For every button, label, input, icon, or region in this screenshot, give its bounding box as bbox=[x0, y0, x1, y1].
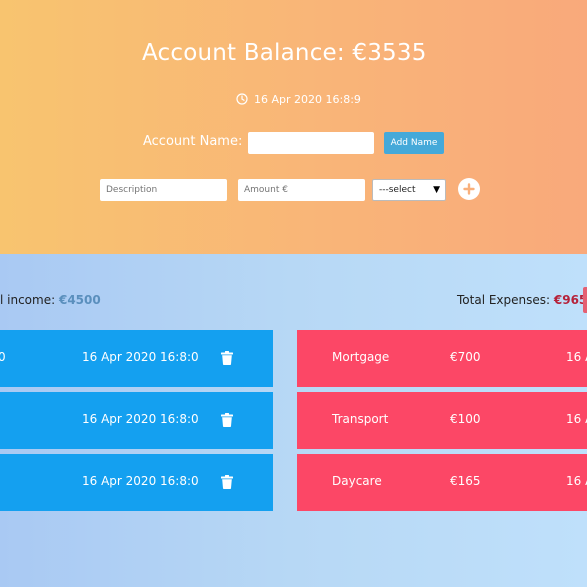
total-income-value: €4500 bbox=[58, 293, 101, 307]
expense-item-name: Transport bbox=[332, 412, 389, 426]
income-item: 16 Apr 2020 16:8:0 bbox=[0, 392, 273, 449]
type-select[interactable]: ---select ▼ bbox=[372, 179, 446, 201]
expense-item-name: Daycare bbox=[332, 474, 382, 488]
description-input[interactable] bbox=[100, 179, 227, 201]
clock-icon bbox=[236, 93, 248, 105]
expense-item-amount: €100 bbox=[450, 412, 481, 426]
amount-input[interactable] bbox=[238, 179, 365, 201]
trash-icon[interactable] bbox=[221, 475, 233, 489]
add-name-button[interactable]: Add Name bbox=[384, 132, 444, 154]
income-item: 0 16 Apr 2020 16:8:0 bbox=[0, 330, 273, 387]
balance-header-panel: Account Balance: €3535 16 Apr 2020 16:8:… bbox=[0, 0, 587, 254]
expense-action-button[interactable] bbox=[583, 287, 587, 313]
timestamp-text: 16 Apr 2020 16:8:9 bbox=[254, 92, 361, 106]
expense-item: Mortgage €700 16 A bbox=[297, 330, 587, 387]
expense-item-amount: €700 bbox=[450, 350, 481, 364]
income-item-date: 16 Apr 2020 16:8:0 bbox=[82, 474, 199, 488]
plus-circle-icon[interactable] bbox=[458, 178, 480, 200]
expense-item: Transport €100 16 A bbox=[297, 392, 587, 449]
account-balance-title: Account Balance: €3535 bbox=[142, 40, 427, 66]
expense-item: Daycare €165 16 A bbox=[297, 454, 587, 511]
trash-icon[interactable] bbox=[221, 351, 233, 365]
timestamp-row: 16 Apr 2020 16:8:9 bbox=[236, 92, 361, 106]
plus-icon bbox=[463, 183, 475, 195]
expense-item-date: 16 A bbox=[566, 474, 587, 488]
income-item-date: 16 Apr 2020 16:8:0 bbox=[82, 412, 199, 426]
expense-item-date: 16 A bbox=[566, 350, 587, 364]
total-expenses-label: Total Expenses: €965 bbox=[457, 293, 587, 307]
account-name-input[interactable] bbox=[248, 132, 374, 154]
expense-item-date: 16 A bbox=[566, 412, 587, 426]
expense-item-amount: €165 bbox=[450, 474, 481, 488]
type-select-value: ---select bbox=[379, 185, 416, 195]
trash-icon[interactable] bbox=[221, 413, 233, 427]
income-item: 16 Apr 2020 16:8:0 bbox=[0, 454, 273, 511]
total-income-label: l income: €4500 bbox=[0, 293, 101, 307]
chevron-down-icon: ▼ bbox=[433, 185, 440, 195]
account-name-label: Account Name: bbox=[143, 134, 243, 149]
expense-item-name: Mortgage bbox=[332, 350, 390, 364]
income-item-date: 16 Apr 2020 16:8:0 bbox=[82, 350, 199, 364]
income-item-edge-text: 0 bbox=[0, 350, 6, 364]
